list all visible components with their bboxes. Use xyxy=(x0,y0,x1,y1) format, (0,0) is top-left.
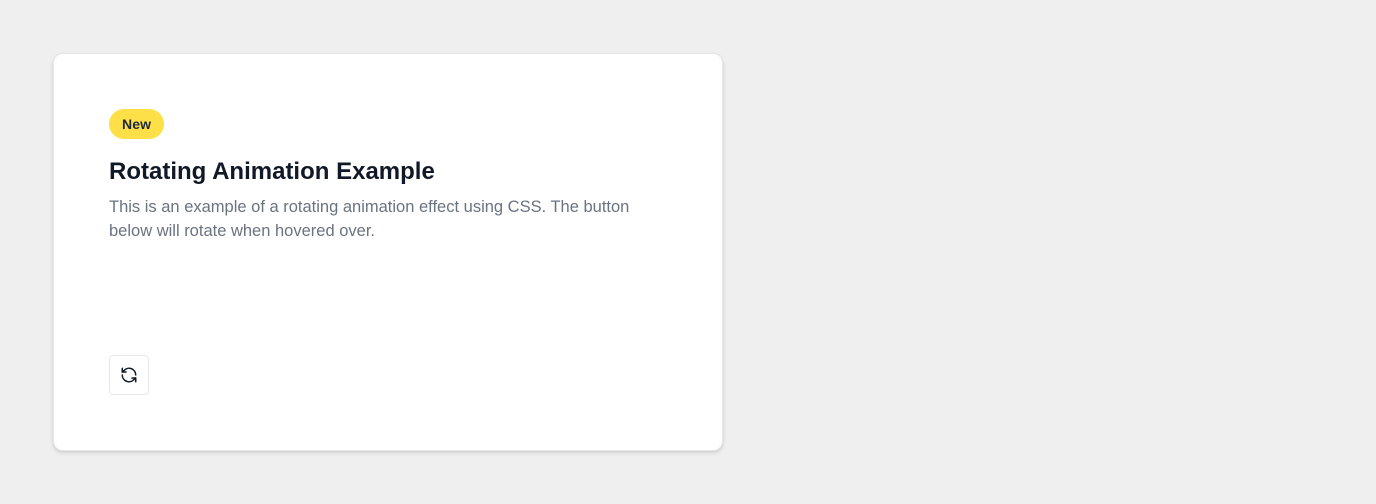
card-title: Rotating Animation Example xyxy=(109,158,435,185)
refresh-icon xyxy=(121,367,137,383)
page-canvas: New Rotating Animation Example This is a… xyxy=(0,0,1376,504)
rotating-animation-card: New Rotating Animation Example This is a… xyxy=(53,53,723,451)
new-badge: New xyxy=(109,109,165,139)
card-description: This is an example of a rotating animati… xyxy=(109,198,630,240)
rotate-button[interactable] xyxy=(109,355,149,395)
